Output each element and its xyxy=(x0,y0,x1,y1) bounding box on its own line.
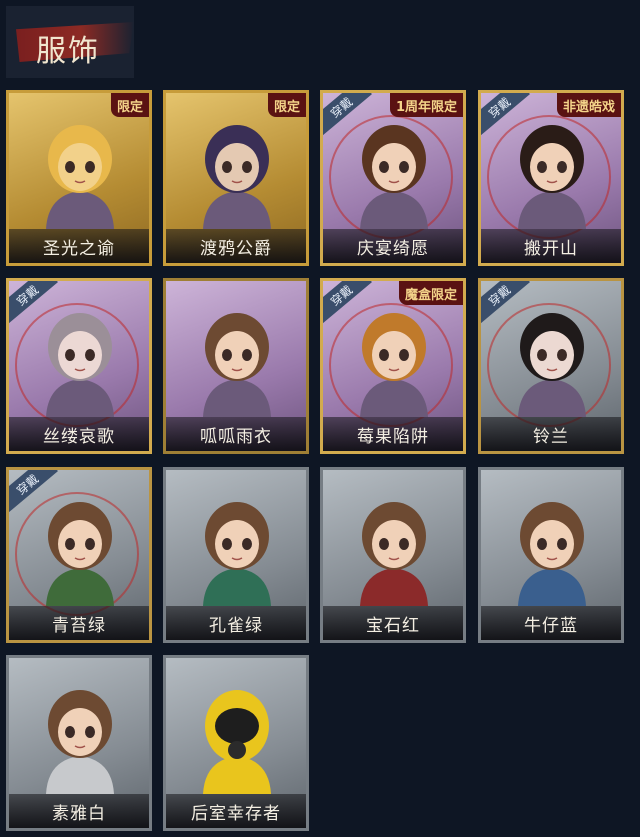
limited-tag: 魔盒限定 xyxy=(398,281,463,305)
plain-white-avatar-icon xyxy=(46,690,114,794)
outfit-card[interactable]: 素雅白 xyxy=(6,655,152,831)
outfit-label-bar: 渡鸦公爵 xyxy=(166,229,306,263)
outfit-label-bar: 素雅白 xyxy=(9,794,149,828)
outfit-name: 青苔绿 xyxy=(52,615,106,636)
outfit-card[interactable]: 后室幸存者 xyxy=(163,655,309,831)
outfit-name: 素雅白 xyxy=(52,803,106,824)
outfit-name: 孔雀绿 xyxy=(209,615,263,636)
denim-blue-avatar-icon xyxy=(518,502,586,606)
outfit-name: 搬开山 xyxy=(524,238,578,259)
outfit-card[interactable]: 牛仔蓝 xyxy=(478,467,624,643)
outfit-name: 后室幸存者 xyxy=(191,803,281,824)
lily-avatar-icon xyxy=(518,313,586,417)
outfit-card[interactable]: 穿戴 1周年限定 庆宴绮愿 xyxy=(320,90,466,266)
berry-trap-avatar-icon xyxy=(360,313,428,417)
outfit-card[interactable]: 孔雀绿 xyxy=(163,467,309,643)
outfit-name: 渡鸦公爵 xyxy=(200,238,272,259)
outfit-name: 圣光之谕 xyxy=(43,238,115,259)
outfit-label-bar: 莓果陷阱 xyxy=(323,417,463,451)
outfit-label-bar: 呱呱雨衣 xyxy=(166,417,306,451)
outfit-name: 莓果陷阱 xyxy=(357,426,429,447)
outfit-grid: 限定 圣光之谕 限定 渡鸦公爵 穿戴 1周年限定 庆宴绮愿 穿戴 非遗皓戏 搬开山 穿戴 丝缕哀歌 呱呱… xyxy=(0,0,640,837)
outfit-label-bar: 庆宴绮愿 xyxy=(323,229,463,263)
outfit-card[interactable]: 穿戴 铃兰 xyxy=(478,278,624,454)
frog-raincoat-avatar-icon xyxy=(203,313,271,417)
outfit-label-bar: 青苔绿 xyxy=(9,606,149,640)
outfit-card[interactable]: 穿戴 非遗皓戏 搬开山 xyxy=(478,90,624,266)
peacock-green-avatar-icon xyxy=(203,502,271,606)
outfit-label-bar: 圣光之谕 xyxy=(9,229,149,263)
outfit-card[interactable]: 呱呱雨衣 xyxy=(163,278,309,454)
outfit-card[interactable]: 穿戴 青苔绿 xyxy=(6,467,152,643)
limited-tag: 非遗皓戏 xyxy=(556,93,621,117)
outfit-label-bar: 后室幸存者 xyxy=(166,794,306,828)
outfit-label-bar: 孔雀绿 xyxy=(166,606,306,640)
outfit-label-bar: 牛仔蓝 xyxy=(481,606,621,640)
outfit-label-bar: 丝缕哀歌 xyxy=(9,417,149,451)
anniversary-avatar-icon xyxy=(360,125,428,229)
outfit-name: 丝缕哀歌 xyxy=(43,426,115,447)
moss-green-avatar-icon xyxy=(46,502,114,606)
outfit-card[interactable]: 穿戴 魔盒限定 莓果陷阱 xyxy=(320,278,466,454)
outfit-name: 宝石红 xyxy=(366,615,420,636)
limited-tag: 限定 xyxy=(267,93,306,117)
outfit-label-bar: 搬开山 xyxy=(481,229,621,263)
gem-red-avatar-icon xyxy=(360,502,428,606)
outfit-card[interactable]: 宝石红 xyxy=(320,467,466,643)
outfit-card[interactable]: 限定圣光之谕 xyxy=(6,90,152,266)
outfit-name: 呱呱雨衣 xyxy=(200,426,272,447)
outfit-card[interactable]: 限定渡鸦公爵 xyxy=(163,90,309,266)
lace-elegy-avatar-icon xyxy=(46,313,114,417)
outfit-label-bar: 铃兰 xyxy=(481,417,621,451)
outfit-name: 铃兰 xyxy=(533,426,569,447)
outfit-name: 牛仔蓝 xyxy=(524,615,578,636)
opera-avatar-icon xyxy=(518,125,586,229)
saint-light-avatar-icon xyxy=(46,125,114,229)
outfit-name: 庆宴绮愿 xyxy=(357,238,429,259)
limited-tag: 限定 xyxy=(110,93,149,117)
outfit-label-bar: 宝石红 xyxy=(323,606,463,640)
backrooms-survivor-avatar-icon xyxy=(203,690,271,794)
limited-tag: 1周年限定 xyxy=(389,93,463,117)
raven-duke-avatar-icon xyxy=(203,125,271,229)
outfit-card[interactable]: 穿戴 丝缕哀歌 xyxy=(6,278,152,454)
